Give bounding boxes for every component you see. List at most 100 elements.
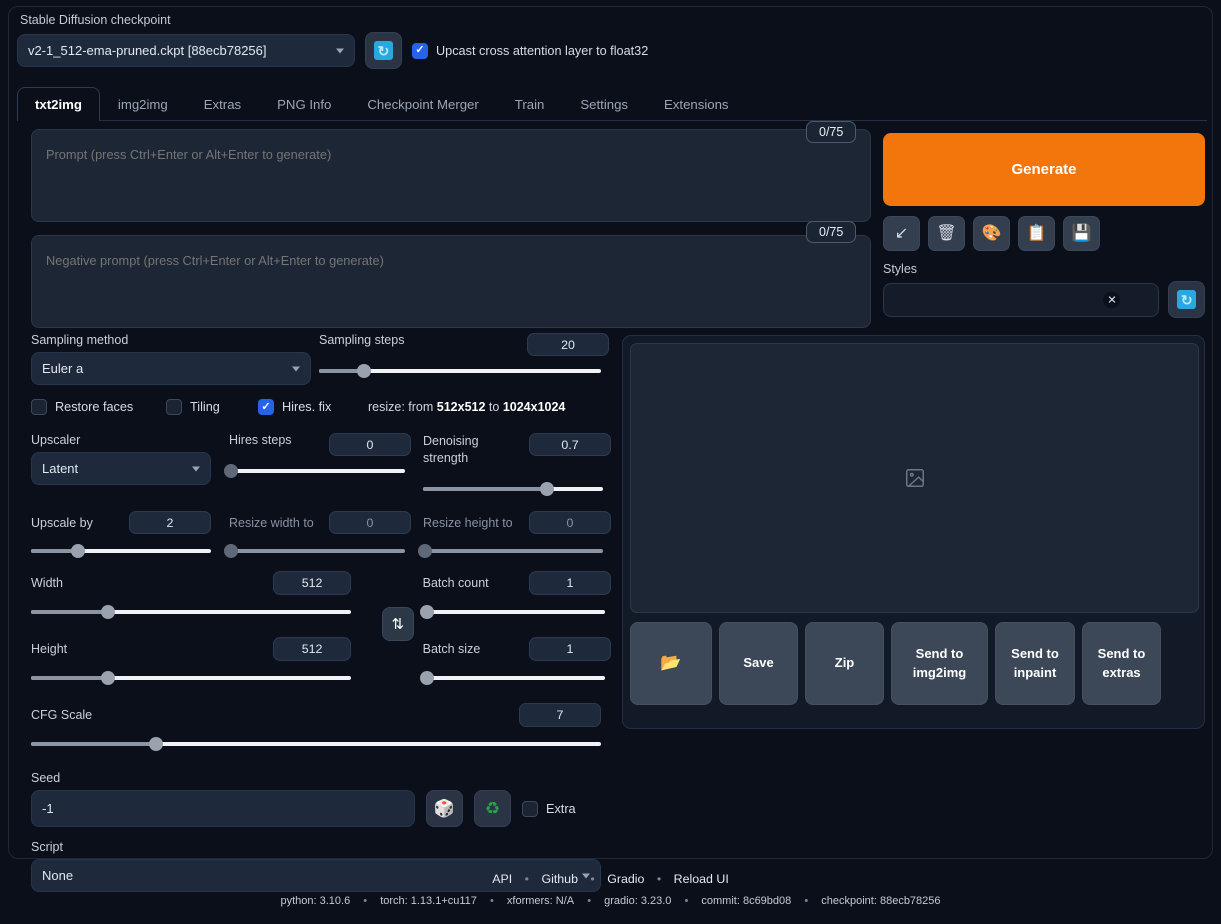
- prompt-input[interactable]: [31, 129, 871, 222]
- refresh-checkpoint-button[interactable]: ↻: [365, 32, 402, 69]
- send-to-inpaint-button[interactable]: Send to inpaint: [995, 622, 1075, 705]
- footer-links: API • Github • Gradio • Reload UI: [0, 872, 1221, 886]
- slider-thumb[interactable]: [419, 671, 434, 685]
- sampling-method-dropdown[interactable]: Euler a: [31, 352, 311, 385]
- generate-button[interactable]: Generate: [883, 133, 1205, 206]
- checkpoint-dropdown[interactable]: v2-1_512-ema-pruned.ckpt [88ecb78256]: [17, 34, 355, 67]
- slider-track: [423, 549, 603, 553]
- footer-link-github[interactable]: Github: [541, 872, 578, 886]
- reuse-seed-button[interactable]: ♻: [474, 790, 511, 827]
- upcast-checkbox[interactable]: [412, 42, 428, 59]
- slider-thumb[interactable]: [418, 544, 432, 558]
- upcast-checkbox-row[interactable]: Upcast cross attention layer to float32: [412, 42, 648, 59]
- denoising-strength-label: Denoising strength: [423, 434, 479, 465]
- tab-img2img[interactable]: img2img: [100, 87, 186, 121]
- tab-png-info[interactable]: PNG Info: [259, 87, 349, 121]
- palette-icon[interactable]: 🎨: [973, 216, 1010, 251]
- extra-checkbox[interactable]: [522, 800, 538, 817]
- save-button[interactable]: Save: [719, 622, 798, 705]
- resize-from: 512x512: [436, 400, 486, 414]
- main-tabs: txt2img img2img Extras PNG Info Checkpoi…: [17, 87, 1207, 121]
- floppy-disk-icon[interactable]: 💾: [1063, 216, 1100, 251]
- tiling-checkbox[interactable]: [166, 399, 182, 415]
- upscale-by-value[interactable]: 2: [129, 511, 211, 534]
- batch-count-label: Batch count: [422, 576, 489, 590]
- batch-count-value[interactable]: 1: [529, 571, 611, 595]
- tab-extensions[interactable]: Extensions: [646, 87, 747, 121]
- hires-fix-row[interactable]: Hires. fix: [258, 399, 368, 415]
- height-label: Height: [31, 642, 68, 656]
- styles-label: Styles: [883, 262, 918, 276]
- denoising-strength-slider[interactable]: [423, 481, 603, 496]
- width-value[interactable]: 512: [273, 571, 352, 595]
- open-folder-button[interactable]: 📂: [630, 622, 712, 705]
- footer-versions: python: 3.10.6 • torch: 1.13.1+cu117 • x…: [0, 895, 1221, 907]
- hires-steps-slider[interactable]: [224, 464, 405, 478]
- tab-settings[interactable]: Settings: [562, 87, 646, 121]
- slider-thumb[interactable]: [224, 544, 238, 558]
- restore-faces-checkbox[interactable]: [31, 399, 47, 415]
- slider-thumb[interactable]: [357, 364, 372, 378]
- refresh-styles-button[interactable]: ↻: [1168, 281, 1205, 318]
- tab-train[interactable]: Train: [497, 87, 563, 121]
- denoising-strength-value[interactable]: 0.7: [529, 433, 611, 456]
- negative-prompt-input[interactable]: [31, 235, 871, 328]
- resize-height-slider[interactable]: [418, 544, 603, 558]
- height-value[interactable]: 512: [273, 637, 352, 661]
- slider-thumb[interactable]: [149, 737, 164, 751]
- chevron-down-icon: [192, 466, 200, 471]
- batch-count-slider[interactable]: [419, 605, 605, 619]
- hires-fix-label: Hires. fix: [282, 400, 332, 414]
- send-to-extras-button[interactable]: Send to extras: [1082, 622, 1161, 705]
- slider-thumb[interactable]: [419, 605, 434, 619]
- seed-input[interactable]: -1: [31, 790, 415, 827]
- footer-link-gradio[interactable]: Gradio: [607, 872, 644, 886]
- sampling-steps-slider[interactable]: [319, 364, 601, 378]
- paste-arrow-icon[interactable]: ↙: [883, 216, 920, 251]
- zip-button[interactable]: Zip: [805, 622, 884, 705]
- hires-steps-value[interactable]: 0: [329, 433, 411, 456]
- cfg-scale-slider[interactable]: [31, 737, 601, 751]
- random-seed-button[interactable]: 🎲: [426, 790, 463, 827]
- footer-link-reload-ui[interactable]: Reload UI: [674, 872, 729, 886]
- script-label: Script: [31, 840, 63, 854]
- footer-separator: •: [524, 872, 529, 886]
- footer-link-api[interactable]: API: [492, 872, 512, 886]
- upscaler-dropdown[interactable]: Latent: [31, 452, 211, 485]
- image-output-area[interactable]: [630, 343, 1199, 613]
- send-to-img2img-button[interactable]: Send to img2img: [891, 622, 988, 705]
- upscale-by-slider[interactable]: [31, 544, 211, 558]
- height-slider[interactable]: [31, 671, 351, 685]
- restore-faces-row[interactable]: Restore faces: [31, 399, 166, 415]
- tab-txt2img[interactable]: txt2img: [17, 87, 100, 121]
- hires-fix-checkbox[interactable]: [258, 399, 274, 415]
- resize-width-value[interactable]: 0: [329, 511, 411, 534]
- extra-seed-row[interactable]: Extra: [522, 800, 576, 817]
- slider-track: [229, 469, 405, 473]
- width-slider[interactable]: [31, 605, 351, 619]
- width-label: Width: [31, 576, 63, 590]
- trash-icon[interactable]: 🗑: [928, 216, 965, 251]
- close-icon[interactable]: ✕: [1103, 291, 1121, 308]
- batch-size-value[interactable]: 1: [529, 637, 611, 661]
- clipboard-icon[interactable]: 📋: [1018, 216, 1055, 251]
- resize-width-slider[interactable]: [224, 544, 405, 558]
- styles-dropdown[interactable]: ✕: [883, 282, 1160, 317]
- tab-extras[interactable]: Extras: [186, 87, 259, 121]
- cfg-scale-label: CFG Scale: [31, 708, 93, 722]
- tiling-row[interactable]: Tiling: [166, 399, 258, 415]
- slider-thumb[interactable]: [224, 464, 238, 478]
- slider-thumb[interactable]: [540, 481, 555, 496]
- tab-checkpoint-merger[interactable]: Checkpoint Merger: [349, 87, 496, 121]
- slider-thumb[interactable]: [70, 544, 85, 558]
- batch-size-slider[interactable]: [419, 671, 605, 685]
- footer-separator: •: [587, 895, 592, 907]
- slider-thumb[interactable]: [100, 605, 115, 619]
- sampling-method-label: Sampling method: [31, 333, 129, 347]
- swap-dimensions-button[interactable]: ⇅: [381, 607, 414, 641]
- sampling-steps-value[interactable]: 20: [527, 333, 609, 356]
- slider-track: [422, 610, 605, 614]
- slider-thumb[interactable]: [100, 671, 115, 685]
- cfg-scale-value[interactable]: 7: [519, 703, 601, 727]
- resize-height-value[interactable]: 0: [529, 511, 611, 534]
